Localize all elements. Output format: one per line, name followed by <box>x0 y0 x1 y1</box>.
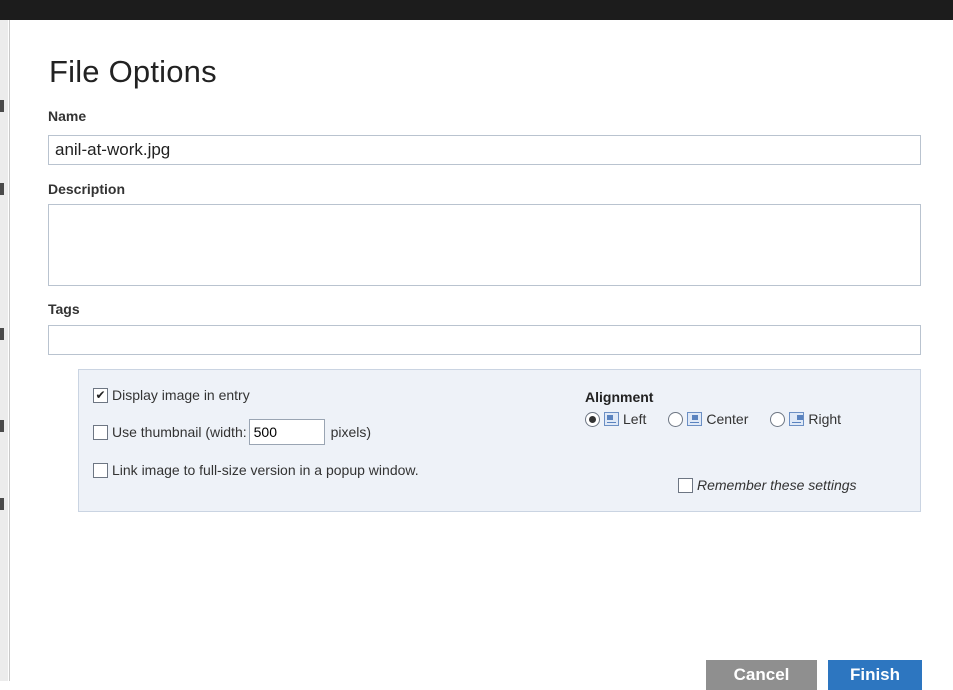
align-left-radio[interactable] <box>585 411 600 427</box>
background-text-fragment <box>0 328 4 340</box>
link-popup-option[interactable]: Link image to full-size version in a pop… <box>93 462 419 478</box>
description-label: Description <box>48 181 126 197</box>
thumbnail-width-input[interactable] <box>248 419 325 445</box>
link-popup-label: Link image to full-size version in a pop… <box>112 462 419 478</box>
name-input[interactable] <box>48 135 921 165</box>
alignment-title: Alignment <box>585 389 654 405</box>
finish-button[interactable]: Finish <box>828 660 922 690</box>
tags-input[interactable] <box>48 325 921 355</box>
alignment-radio-group: Left Center Right <box>585 411 841 427</box>
remember-settings-option[interactable]: Remember these settings <box>678 477 857 493</box>
link-popup-checkbox[interactable] <box>93 462 108 478</box>
align-center-option[interactable]: Center <box>668 411 748 427</box>
align-right-option[interactable]: Right <box>770 411 841 427</box>
pixels-label: pixels) <box>330 424 372 440</box>
description-textarea[interactable] <box>48 204 921 286</box>
background-text-fragment <box>0 498 4 510</box>
align-left-icon <box>604 412 619 426</box>
align-center-icon <box>687 412 703 426</box>
align-left-label: Left <box>623 411 647 427</box>
window-top-bar <box>0 0 953 20</box>
file-options-dialog: File Options Name Description Tags ✔ Dis… <box>9 20 953 690</box>
align-right-icon <box>789 412 805 426</box>
name-label: Name <box>48 108 87 124</box>
use-thumbnail-checkbox[interactable] <box>93 424 108 440</box>
align-right-label: Right <box>808 411 842 427</box>
display-image-option[interactable]: ✔ Display image in entry <box>93 387 250 403</box>
image-options-panel: ✔ Display image in entry Use thumbnail (… <box>78 369 921 512</box>
background-page-edge <box>0 20 8 681</box>
background-text-fragment <box>0 183 4 195</box>
tags-label: Tags <box>48 301 80 317</box>
remember-settings-label: Remember these settings <box>697 477 857 493</box>
align-center-radio[interactable] <box>668 411 684 427</box>
use-thumbnail-option: Use thumbnail (width: pixels) <box>93 419 371 445</box>
align-left-option[interactable]: Left <box>585 411 646 427</box>
display-image-checkbox[interactable]: ✔ <box>93 387 108 403</box>
remember-settings-checkbox[interactable] <box>678 477 693 493</box>
cancel-button[interactable]: Cancel <box>706 660 817 690</box>
dialog-title: File Options <box>49 54 217 89</box>
background-text-fragment <box>0 420 4 432</box>
align-right-radio[interactable] <box>770 411 786 427</box>
display-image-label: Display image in entry <box>112 387 250 403</box>
use-thumbnail-label: Use thumbnail (width: <box>112 424 247 440</box>
align-center-label: Center <box>706 411 749 427</box>
background-text-fragment <box>0 100 4 112</box>
